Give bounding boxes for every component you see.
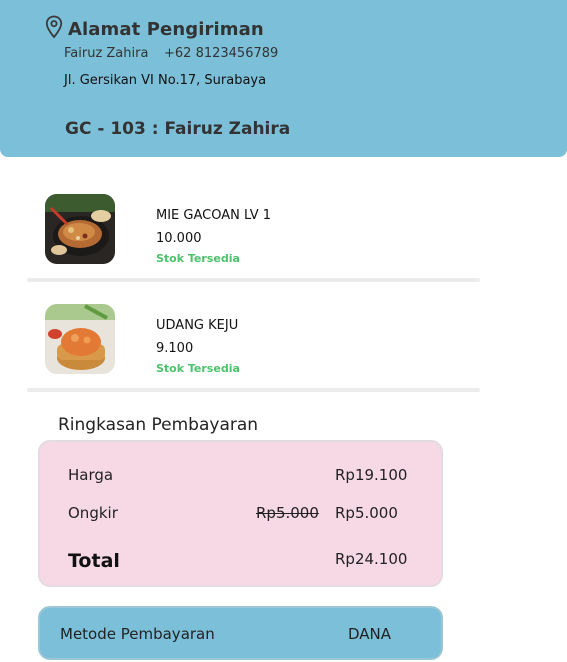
shipping-label: Ongkir <box>68 504 118 522</box>
item-price: 10.000 <box>156 231 202 246</box>
item-name: UDANG KEJU <box>156 318 239 333</box>
list-item[interactable]: MIE GACOAN LV 1 10.000 Stok Tersedia <box>27 194 480 282</box>
list-item[interactable]: UDANG KEJU 9.100 Stok Tersedia <box>27 304 480 392</box>
item-divider <box>27 278 480 282</box>
shipping-address-header: Alamat Pengiriman Fairuz Zahira +62 8123… <box>0 0 567 157</box>
total-label: Total <box>68 550 120 572</box>
recipient-name: Fairuz Zahira <box>64 46 149 61</box>
recipient-phone: +62 8123456789 <box>164 46 279 61</box>
payment-summary-card: Harga Rp19.100 Ongkir Rp5.000 Rp5.000 To… <box>38 440 443 587</box>
payment-method-label: Metode Pembayaran <box>60 625 215 643</box>
price-value: Rp19.100 <box>335 466 408 484</box>
stock-status-badge: Stok Tersedia <box>156 252 240 265</box>
order-id: GC - 103 : Fairuz Zahira <box>65 119 291 139</box>
mie-gacoan-photo <box>45 194 115 264</box>
address-section-title: Alamat Pengiriman <box>68 19 264 40</box>
shipping-value: Rp5.000 <box>335 504 398 522</box>
payment-method-selector[interactable]: Metode Pembayaran DANA <box>38 606 443 660</box>
payment-method-value: DANA <box>348 625 392 643</box>
shipping-original-price: Rp5.000 <box>256 504 319 522</box>
item-name: MIE GACOAN LV 1 <box>156 208 272 223</box>
item-price: 9.100 <box>156 341 194 356</box>
stock-status-badge: Stok Tersedia <box>156 362 240 375</box>
total-value: Rp24.100 <box>335 550 408 568</box>
udang-keju-photo <box>45 304 115 374</box>
recipient-address: Jl. Gersikan VI No.17, Surabaya <box>64 73 267 88</box>
location-pin-icon <box>45 15 63 39</box>
price-label: Harga <box>68 466 114 484</box>
item-divider <box>27 388 480 392</box>
payment-summary-title: Ringkasan Pembayaran <box>58 415 259 435</box>
